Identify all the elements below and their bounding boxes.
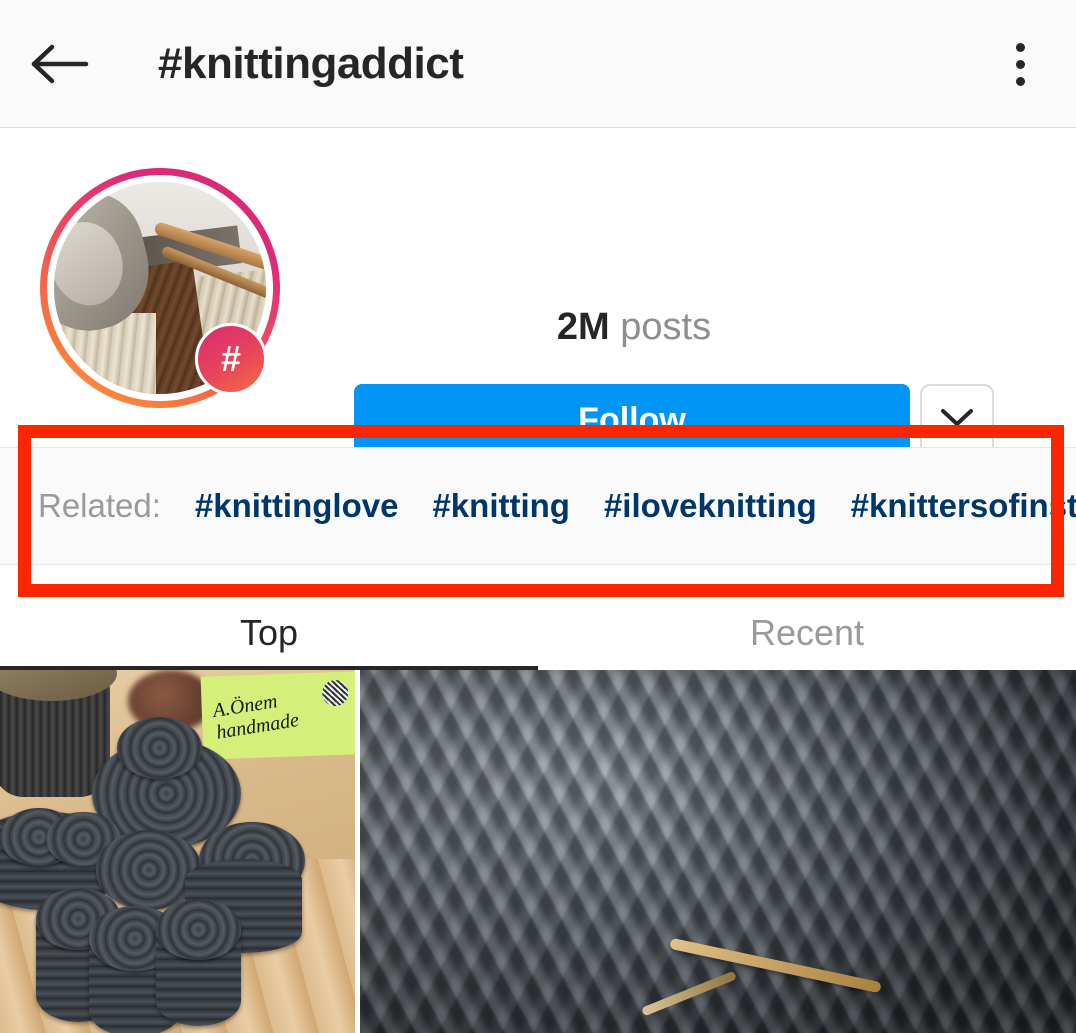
tab-top-label: Top [239, 612, 299, 653]
gray-knit-texture-photo [360, 670, 1076, 1033]
more-options-button[interactable] [992, 36, 1048, 92]
avatar[interactable]: # [40, 168, 280, 408]
post-thumbnail[interactable]: A.Önem handmade [0, 670, 355, 1033]
related-hashtag-link[interactable]: #knittinglove [195, 487, 399, 525]
tab-recent-label: Recent [749, 612, 865, 653]
more-vertical-icon [1015, 59, 1025, 69]
follow-options-dropdown-button[interactable] [920, 384, 994, 456]
posts-count: 2M posts [354, 305, 914, 349]
related-hashtag-link[interactable]: #knitting [432, 487, 570, 525]
related-hashtags-row[interactable]: Related: #knittinglove #knitting #ilovek… [0, 447, 1076, 565]
tab-recent[interactable]: Recent [538, 597, 1076, 669]
back-button[interactable] [24, 34, 96, 94]
crochet-coasters-photo: A.Önem handmade [0, 670, 355, 1033]
instagram-hashtag-page: #knittingaddict # 2M posts Follow Relate… [0, 0, 1076, 1033]
content-tabs: Top Recent [0, 597, 1076, 669]
posts-count-value: 2M [556, 306, 610, 348]
related-label: Related: [38, 487, 161, 524]
hashtag-profile-section: # 2M posts Follow See a few top posts ea… [0, 128, 1076, 529]
arrow-left-icon [28, 43, 92, 85]
follow-button[interactable]: Follow [354, 384, 910, 456]
related-hashtag-link[interactable]: #iloveknitting [604, 487, 817, 525]
posts-grid: A.Önem handmade [0, 670, 1076, 1033]
posts-count-label: posts [620, 306, 712, 348]
page-title: #knittingaddict [158, 39, 464, 88]
post-thumbnail[interactable] [360, 670, 1076, 1033]
photo-watermark: A.Önem handmade [212, 689, 302, 744]
related-hashtag-link[interactable]: #knittersofinstagram [851, 487, 1076, 525]
more-vertical-icon [1015, 76, 1025, 86]
tab-top[interactable]: Top [0, 597, 538, 669]
hashtag-badge-icon: # [195, 323, 267, 395]
app-header: #knittingaddict [0, 0, 1076, 128]
chevron-down-icon [940, 407, 974, 434]
more-vertical-icon [1015, 42, 1025, 52]
